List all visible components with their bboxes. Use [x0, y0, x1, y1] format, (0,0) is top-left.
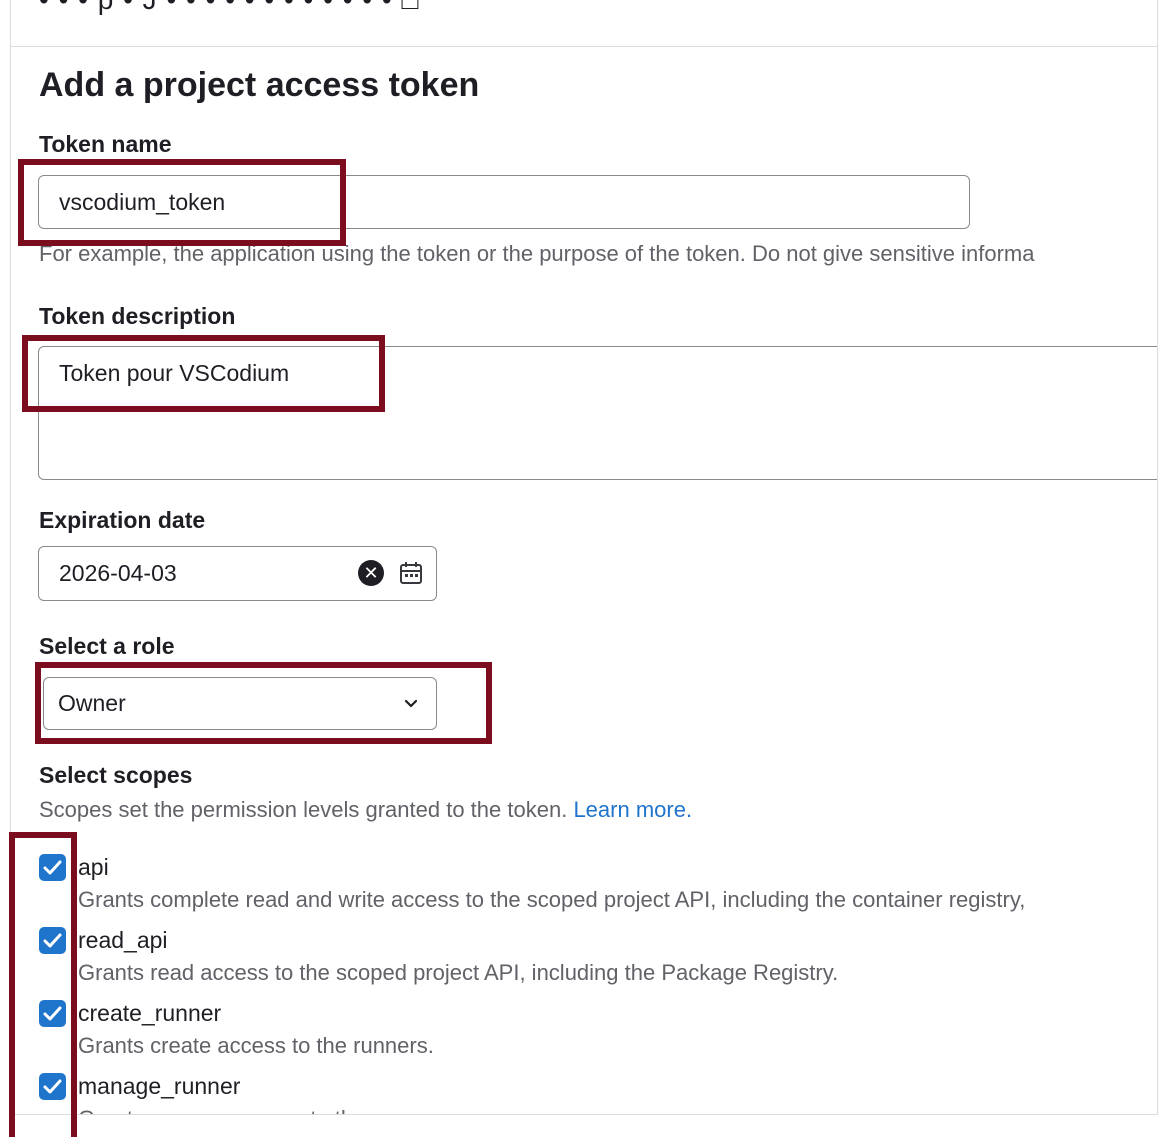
select-scopes-label: Select scopes	[39, 762, 193, 788]
scope-desc-read-api: Grants read access to the scoped project…	[78, 960, 839, 985]
page-title: Add a project access token	[39, 66, 480, 104]
scope-desc-api: Grants complete read and write access to…	[78, 887, 1026, 912]
expiration-date-label: Expiration date	[39, 507, 206, 533]
token-name-label: Token name	[39, 131, 172, 157]
token-form-panel: • • • p • J • • • • • • • • • • • • □ Ad…	[10, 0, 1158, 1115]
role-select[interactable]: Owner	[43, 677, 437, 730]
scope-desc-create-runner: Grants create access to the runners.	[78, 1033, 434, 1058]
cropped-header: • • • p • J • • • • • • • • • • • • □	[11, 0, 1157, 47]
clear-circle-icon[interactable]: ✕	[358, 560, 384, 586]
chevron-down-icon	[404, 699, 418, 708]
scope-desc-manage-runner: Grants manage access to the runners.	[78, 1106, 452, 1114]
scope-checkbox-api[interactable]	[39, 854, 66, 881]
token-name-input[interactable]: vscodium_token	[38, 175, 970, 229]
select-role-label: Select a role	[39, 633, 175, 659]
page: • • • p • J • • • • • • • • • • • • □ Ad…	[0, 0, 1167, 1137]
check-icon	[43, 933, 62, 948]
scope-name-create-runner: create_runner	[78, 1000, 222, 1026]
expiration-date-value: 2026-04-03	[59, 560, 177, 586]
token-name-help: For example, the application using the t…	[39, 241, 1035, 266]
token-description-value: Token pour VSCodium	[59, 360, 290, 386]
learn-more-link[interactable]: Learn more.	[573, 797, 692, 822]
scope-checkbox-create-runner[interactable]	[39, 1000, 66, 1027]
scope-checkbox-manage-runner[interactable]	[39, 1073, 66, 1100]
scope-name-manage-runner: manage_runner	[78, 1073, 241, 1099]
scopes-help: Scopes set the permission levels granted…	[39, 797, 692, 823]
expiration-date-input[interactable]: 2026-04-03 ✕	[38, 546, 437, 601]
scope-name-api: api	[78, 854, 109, 880]
scope-name-read-api: read_api	[78, 927, 168, 953]
cropped-header-text: • • • p • J • • • • • • • • • • • • □	[39, 0, 419, 16]
check-icon	[43, 860, 62, 875]
check-icon	[43, 1006, 62, 1021]
token-description-label: Token description	[39, 303, 236, 329]
check-icon	[43, 1079, 62, 1094]
role-value: Owner	[58, 690, 126, 716]
scopes-help-text: Scopes set the permission levels granted…	[39, 797, 568, 822]
token-description-textarea[interactable]: Token pour VSCodium	[38, 346, 1157, 480]
calendar-icon[interactable]	[398, 560, 424, 586]
token-name-value: vscodium_token	[59, 188, 226, 215]
scope-checkbox-read-api[interactable]	[39, 927, 66, 954]
